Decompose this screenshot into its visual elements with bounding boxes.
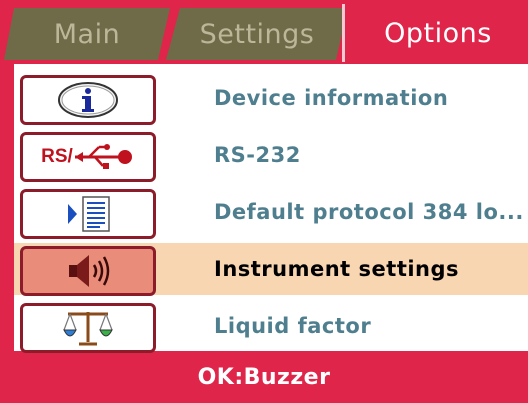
speaker-icon bbox=[69, 255, 110, 287]
menu-item-label: Device information bbox=[214, 86, 449, 110]
protocol-list-icon bbox=[68, 196, 110, 232]
tab-bar: Main Settings Options bbox=[0, 0, 528, 62]
usb-icon bbox=[74, 144, 132, 169]
info-icon bbox=[58, 82, 118, 118]
menu-item-label: Instrument settings bbox=[214, 257, 460, 281]
menu-item-label: RS-232 bbox=[214, 143, 301, 167]
tab-settings[interactable]: Settings bbox=[166, 8, 348, 60]
tab-settings-label: Settings bbox=[199, 18, 315, 50]
menu-item-default-protocol[interactable]: Default protocol 384 lo... bbox=[14, 186, 528, 239]
menu-item-liquid-factor[interactable]: Liquid factor bbox=[14, 300, 528, 353]
status-bar: OK:Buzzer bbox=[0, 352, 528, 403]
footer-hint: OK:Buzzer bbox=[197, 365, 331, 390]
icon-button bbox=[20, 246, 156, 296]
tab-options-label: Options bbox=[384, 17, 492, 49]
menu-item-label: Liquid factor bbox=[214, 314, 372, 338]
balance-scale-icon bbox=[63, 312, 113, 346]
rs-text: RS/ bbox=[41, 146, 73, 167]
options-menu: Device information RS/ RS-232 Default pr… bbox=[14, 64, 528, 353]
menu-item-label: Default protocol 384 lo... bbox=[214, 200, 524, 224]
menu-item-instrument-settings[interactable]: Instrument settings bbox=[14, 243, 528, 296]
icon-button bbox=[20, 303, 156, 353]
icon-button bbox=[20, 75, 156, 125]
rs232-usb-icon: RS/ bbox=[41, 142, 135, 172]
instrument-screen: Main Settings Options Device information… bbox=[0, 0, 528, 403]
tab-main[interactable]: Main bbox=[4, 8, 170, 60]
icon-button: RS/ bbox=[20, 132, 156, 182]
tab-main-label: Main bbox=[53, 18, 121, 50]
menu-item-device-information[interactable]: Device information bbox=[14, 72, 528, 125]
icon-button bbox=[20, 189, 156, 239]
menu-item-rs232[interactable]: RS/ RS-232 bbox=[14, 129, 528, 182]
tab-options[interactable]: Options bbox=[342, 4, 528, 62]
